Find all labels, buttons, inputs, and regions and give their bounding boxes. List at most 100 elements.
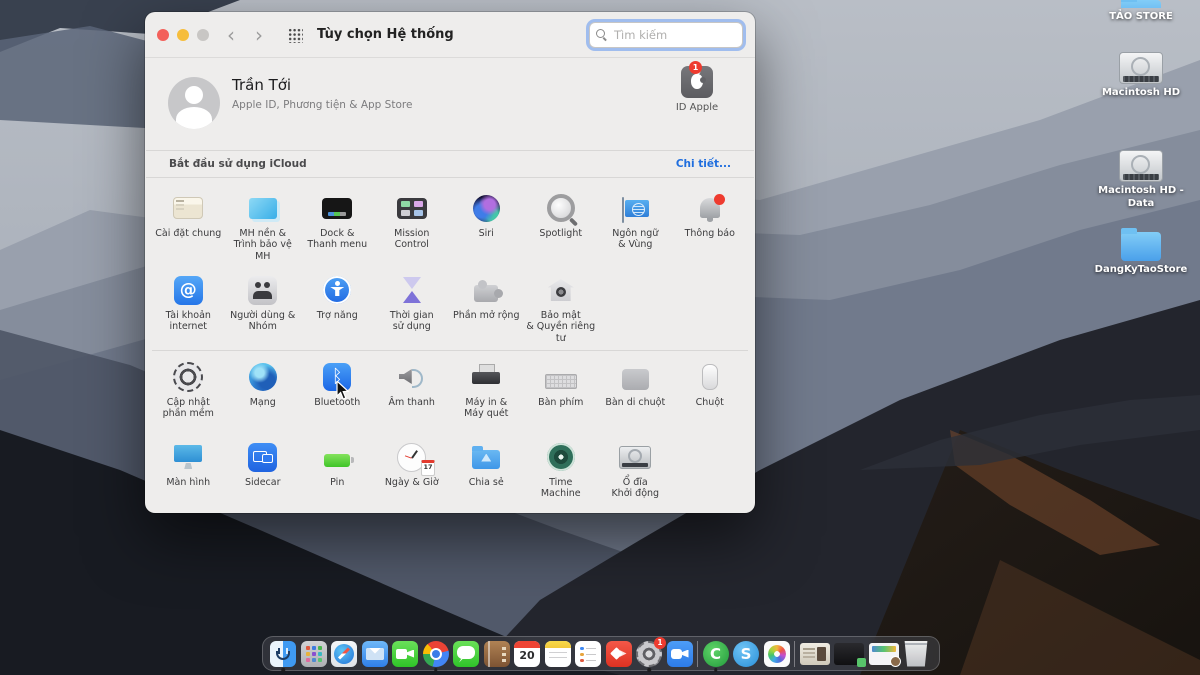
folder-icon [1121, 0, 1161, 8]
desktop-icons: TẢO STORE Macintosh HD Macintosh HD - Da… [1086, 0, 1196, 340]
pref-internet-accounts[interactable]: Tài khoản internet [151, 266, 226, 350]
pref-keyboard[interactable]: Bàn phím [524, 353, 599, 433]
pref-extensions[interactable]: Phần mở rộng [449, 266, 524, 350]
pref-siri[interactable]: Siri [449, 184, 524, 266]
desktop-screen: TẢO STORE Macintosh HD Macintosh HD - Da… [0, 0, 1200, 675]
sharing-icon [472, 450, 500, 469]
dock-minimized-window-3[interactable] [869, 643, 899, 665]
sound-icon [399, 366, 425, 388]
red-diamond-app-icon [606, 641, 632, 667]
zoom-window-button[interactable] [197, 29, 209, 41]
camtasia-icon [703, 641, 729, 667]
dock-facetime[interactable] [392, 641, 418, 667]
apple-id-button[interactable]: 1 ID Apple [665, 66, 729, 113]
dock-menubar-icon [322, 198, 352, 219]
show-all-grid-icon[interactable] [287, 27, 303, 43]
pref-network[interactable]: Mạng [226, 353, 301, 433]
dock-minimized-window-2[interactable] [834, 643, 864, 665]
pref-accessibility[interactable]: Trợ năng [300, 266, 375, 350]
pref-printers-scanners[interactable]: Máy in & Máy quét [449, 353, 524, 433]
notes-icon [545, 641, 571, 667]
titlebar: ‹ › Tùy chọn Hệ thống [145, 12, 755, 58]
system-preferences-window: ‹ › Tùy chọn Hệ thống Trần Tới Apple ID,… [145, 12, 755, 513]
screen-time-icon [403, 277, 421, 303]
dock-zoom[interactable] [667, 641, 693, 667]
forward-button[interactable]: › [245, 25, 273, 45]
pref-notifications[interactable]: Thông báo [673, 184, 748, 266]
profile-name: Trần Tới [232, 76, 291, 94]
pref-displays[interactable]: Màn hình [151, 433, 226, 511]
dock-minimized-window-1[interactable] [800, 643, 830, 665]
dock-notes[interactable] [545, 641, 571, 667]
pref-users-groups[interactable]: Người dùng & Nhóm [226, 266, 301, 350]
dock-finder[interactable] [270, 641, 296, 667]
dock-skype[interactable] [733, 641, 759, 667]
dock-mail[interactable] [362, 641, 388, 667]
language-region-icon [625, 200, 649, 217]
desktop-folder-tao-store[interactable]: TẢO STORE [1086, 0, 1196, 24]
displays-icon [174, 445, 202, 469]
pref-sidecar[interactable]: Sidecar [226, 433, 301, 511]
pref-battery[interactable]: Pin [300, 433, 375, 511]
pref-sharing[interactable]: Chia sẻ [449, 433, 524, 511]
back-button[interactable]: ‹ [217, 25, 245, 45]
software-update-icon [173, 362, 203, 392]
dock-separator-2 [794, 641, 795, 667]
pref-time-machine[interactable]: Time Machine [524, 433, 599, 511]
pref-bluetooth[interactable]: Bluetooth [300, 353, 375, 433]
keyboard-icon [545, 374, 577, 389]
extensions-icon [474, 285, 498, 302]
desktop-folder-dangkytaostore[interactable]: DangKyTaoStore [1086, 232, 1196, 277]
close-button[interactable] [157, 29, 169, 41]
dock-contacts[interactable] [484, 641, 510, 667]
search-field[interactable] [589, 22, 743, 48]
trash-icon [903, 641, 929, 667]
pref-screen-time[interactable]: Thời gian sử dụng [375, 266, 450, 350]
desktop-screensaver-icon [249, 198, 277, 219]
pref-startup-disk[interactable]: Ổ đĩa Khởi động [598, 433, 673, 511]
pref-desktop-screensaver[interactable]: MH nền & Trình bảo vệ MH [226, 184, 301, 266]
bluetooth-icon [323, 363, 351, 391]
dock-reminders[interactable] [575, 641, 601, 667]
dock-system-preferences[interactable]: 1 [636, 641, 662, 667]
pref-spotlight[interactable]: Spotlight [524, 184, 599, 266]
icloud-row: Bắt đầu sử dụng iCloud Chi tiết... [145, 151, 755, 177]
dock-safari[interactable] [331, 641, 357, 667]
pref-language-region[interactable]: Ngôn ngữ & Vùng [598, 184, 673, 266]
folder-icon [1121, 232, 1161, 261]
siri-icon [473, 195, 500, 222]
pref-date-time[interactable]: 17 Ngày & Giờ [375, 433, 450, 511]
min-window-doc-icon [869, 643, 899, 665]
dock-messages[interactable] [453, 641, 479, 667]
dock-camtasia[interactable] [703, 641, 729, 667]
pref-sound[interactable]: Âm thanh [375, 353, 450, 433]
pref-mission-control[interactable]: Mission Control [375, 184, 450, 266]
dock-calendar[interactable]: 20 [514, 641, 540, 667]
dock-trash[interactable] [903, 641, 929, 667]
pref-grid-row-2: Tài khoản internet Người dùng & Nhóm Trợ… [151, 266, 749, 350]
pref-general[interactable]: Cài đặt chung [151, 184, 226, 266]
skype-icon [733, 641, 759, 667]
min-window-dark-icon [834, 643, 864, 665]
reminders-icon [575, 641, 601, 667]
pref-dock-menubar[interactable]: Dock & Thanh menu [300, 184, 375, 266]
dock-photos[interactable] [764, 641, 790, 667]
pref-mouse[interactable]: Chuột [673, 353, 748, 433]
dock-chrome[interactable] [423, 641, 449, 667]
security-privacy-icon [548, 279, 574, 301]
pref-software-update[interactable]: Cập nhật phần mềm [151, 353, 226, 433]
battery-icon [324, 454, 350, 467]
pref-security-privacy[interactable]: Bảo mật & Quyền riêng tư [524, 266, 599, 350]
icloud-details-link[interactable]: Chi tiết... [676, 158, 731, 170]
dock-red-diamond-app[interactable] [606, 641, 632, 667]
minimize-button[interactable] [177, 29, 189, 41]
pref-trackpad[interactable]: Bàn di chuột [598, 353, 673, 433]
search-input[interactable] [612, 27, 726, 43]
desktop-disk-macintosh-hd[interactable]: Macintosh HD [1086, 52, 1196, 100]
desktop-disk-macintosh-hd-data[interactable]: Macintosh HD - Data [1086, 150, 1196, 210]
apple-id-profile-row[interactable]: Trần Tới Apple ID, Phương tiện & App Sto… [145, 58, 755, 150]
dock-launchpad[interactable] [301, 641, 327, 667]
mail-icon [362, 641, 388, 667]
divider [152, 350, 748, 351]
photos-icon [764, 641, 790, 667]
